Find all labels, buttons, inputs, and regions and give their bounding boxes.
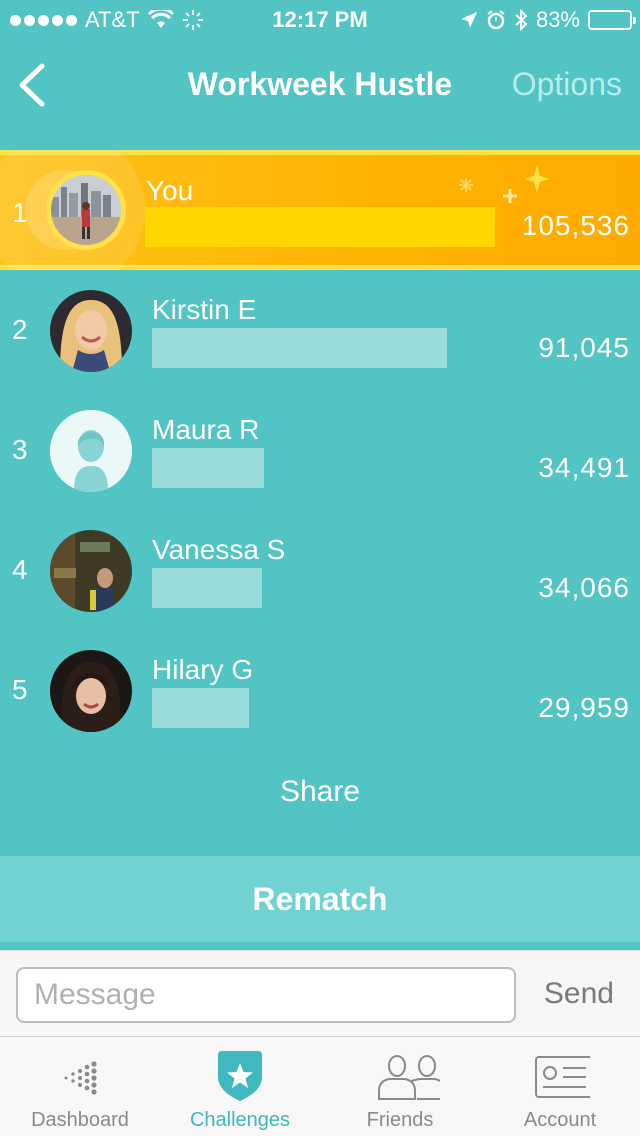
send-button[interactable]: Send <box>544 977 614 1011</box>
progress-bar <box>152 328 447 368</box>
rank-number: 5 <box>12 674 28 705</box>
sparkle-icon <box>525 165 549 193</box>
sparkle-small-icon <box>503 189 517 203</box>
participant-name: You <box>146 175 194 206</box>
tab-label: Account <box>523 1109 597 1131</box>
message-input[interactable] <box>18 969 514 1021</box>
step-count: 91,045 <box>538 332 630 363</box>
tab-challenges[interactable]: Challenges <box>160 1037 320 1136</box>
avatar <box>46 170 126 250</box>
dashboard-dots-icon <box>64 1061 97 1095</box>
step-count: 34,066 <box>538 572 630 603</box>
participant-name: Hilary G <box>152 654 254 685</box>
avatar <box>50 530 132 612</box>
message-compose-bar: Send <box>0 950 640 1036</box>
progress-bar <box>152 448 264 488</box>
bluetooth-icon <box>515 9 528 31</box>
progress-bar <box>152 688 249 728</box>
step-count: 34,491 <box>538 452 630 483</box>
message-field-wrapper <box>16 967 516 1023</box>
nav-bar: Workweek Hustle Options <box>0 40 640 140</box>
step-count: 29,959 <box>538 692 630 723</box>
tab-dashboard[interactable]: Dashboard <box>0 1037 160 1136</box>
leaderboard-row[interactable]: 4 Vanessa S 34,066 <box>0 510 640 630</box>
default-avatar-icon <box>50 410 132 492</box>
tab-friends[interactable]: Friends <box>320 1037 480 1136</box>
tab-label: Challenges <box>189 1109 291 1131</box>
share-button[interactable]: Share <box>0 775 640 809</box>
options-button[interactable]: Options <box>512 66 622 103</box>
rank-number: 4 <box>12 554 28 585</box>
tab-label: Friends <box>366 1109 434 1131</box>
participant-name: Vanessa S <box>152 534 286 565</box>
rank-number: 1 <box>12 197 28 228</box>
status-right: 83% <box>460 7 636 33</box>
battery-percent: 83% <box>535 7 580 32</box>
tab-label: Dashboard <box>31 1109 129 1131</box>
avatar <box>50 290 132 372</box>
participant-name: Kirstin E <box>152 294 257 325</box>
leaderboard-row[interactable]: 5 Hilary G 29,959 <box>0 630 640 750</box>
tab-account[interactable]: Account <box>480 1037 640 1136</box>
friends-icon <box>378 1055 440 1100</box>
alarm-clock-icon <box>487 10 505 30</box>
divider <box>0 942 640 950</box>
rank-number: 2 <box>12 314 28 345</box>
rank-number: 3 <box>12 434 28 465</box>
status-bar: AT&T 12:17 PM 83% <box>0 0 640 40</box>
id-card-icon <box>535 1056 590 1098</box>
step-count: 105,536 <box>521 210 630 241</box>
leaderboard-row[interactable]: 2 Kirstin E 91,045 <box>0 270 640 390</box>
avatar <box>50 650 132 732</box>
leaderboard-row-you[interactable]: 1 You 105,536 <box>0 150 640 270</box>
rematch-button[interactable]: Rematch <box>0 856 640 942</box>
progress-bar <box>145 207 495 247</box>
sparkle-faint-icon <box>459 178 473 192</box>
tab-bar: Dashboard Challenges Friends Account <box>0 1036 640 1136</box>
progress-bar <box>152 568 262 608</box>
location-arrow-icon <box>460 12 477 28</box>
leaderboard-row[interactable]: 3 Maura R 34,491 <box>0 390 640 510</box>
star-badge-icon <box>218 1051 262 1101</box>
battery-icon <box>588 10 636 30</box>
participant-name: Maura R <box>152 414 260 445</box>
